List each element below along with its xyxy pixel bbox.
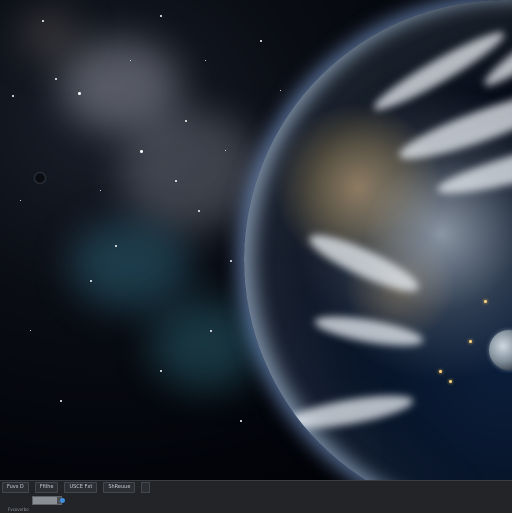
star bbox=[60, 400, 62, 402]
nebula-cloud bbox=[120, 110, 260, 230]
star bbox=[130, 60, 131, 61]
star bbox=[210, 330, 212, 332]
star bbox=[160, 15, 162, 17]
star bbox=[185, 120, 187, 122]
star bbox=[280, 90, 281, 91]
distant-planet bbox=[35, 173, 45, 183]
star bbox=[260, 40, 262, 42]
progress-fill bbox=[33, 496, 57, 504]
star bbox=[100, 190, 101, 191]
star bbox=[42, 20, 44, 22]
slider-knob[interactable] bbox=[60, 497, 65, 503]
star bbox=[175, 180, 177, 182]
nebula-cloud bbox=[150, 300, 260, 390]
earth-globe bbox=[244, 0, 512, 480]
space-viewport bbox=[0, 0, 512, 480]
status-text: Fvsovorbo bbox=[8, 507, 29, 512]
star bbox=[140, 150, 143, 153]
cloud-band bbox=[304, 225, 424, 301]
progress-slider[interactable] bbox=[32, 495, 65, 505]
city-light bbox=[469, 340, 472, 343]
nebula-cloud bbox=[70, 220, 190, 310]
star bbox=[20, 200, 21, 201]
city-light bbox=[439, 370, 442, 373]
nebula-cloud bbox=[20, 10, 80, 60]
cloud-band bbox=[282, 388, 416, 436]
star bbox=[55, 78, 57, 80]
tab-1[interactable]: Fuvs D bbox=[2, 481, 29, 493]
tab-4[interactable]: ShReuue bbox=[103, 481, 136, 493]
star bbox=[160, 370, 162, 372]
tab-3[interactable]: USCE Fxt bbox=[64, 481, 98, 493]
star bbox=[225, 150, 226, 151]
tab-menu-icon[interactable] bbox=[141, 481, 151, 493]
bottom-toolbar: Fuvs D Ffilhe USCE Fxt ShReuue Fvsovorbo bbox=[0, 480, 512, 513]
status-bar: Fvsovorbo bbox=[0, 507, 512, 513]
cloud-band bbox=[368, 23, 510, 119]
star bbox=[90, 280, 92, 282]
star bbox=[205, 60, 206, 61]
tab-2[interactable]: Ffilhe bbox=[34, 481, 59, 493]
star bbox=[30, 330, 31, 331]
star bbox=[115, 245, 117, 247]
city-light bbox=[484, 300, 487, 303]
toolbar-controls bbox=[0, 494, 512, 506]
star bbox=[198, 210, 200, 212]
star bbox=[12, 95, 14, 97]
city-light bbox=[449, 380, 452, 383]
star bbox=[230, 260, 232, 262]
cloud-band bbox=[312, 310, 426, 352]
toolbar-tabs: Fuvs D Ffilhe USCE Fxt ShReuue bbox=[0, 481, 512, 493]
star bbox=[78, 92, 81, 95]
star bbox=[240, 420, 242, 422]
